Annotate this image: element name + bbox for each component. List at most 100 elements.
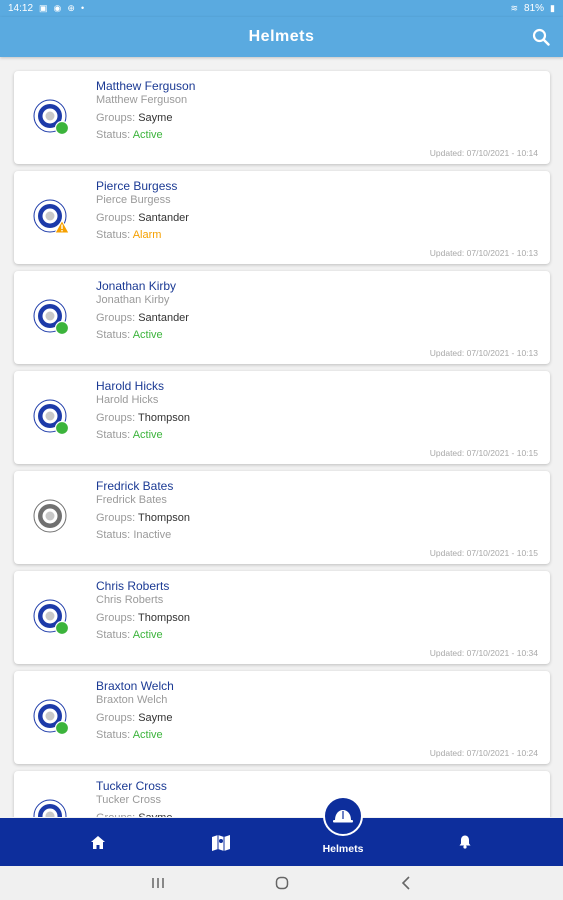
helmet-card[interactable]: Pierce Burgess Pierce Burgess Groups: Sant… (14, 171, 550, 264)
status-label: Status: (96, 429, 131, 441)
updated-value: 07/10/2021 - 10:15 (466, 448, 538, 458)
helmet-sensor-icon (33, 599, 70, 636)
nav-alerts[interactable] (445, 818, 485, 866)
bell-icon (459, 835, 471, 849)
helmet-name: Harold Hicks (96, 379, 165, 393)
helmet-name: Braxton Welch (96, 679, 174, 693)
status-value: Active (132, 129, 163, 141)
groups-value: Thompson (138, 412, 190, 424)
status-value: Active (132, 429, 163, 441)
helmet-updated: Updated: 07/10/2021 - 10:24 (430, 748, 538, 758)
helmet-avatar (33, 699, 71, 737)
updated-label: Updated: (429, 248, 465, 258)
helmet-sensor-icon (33, 399, 70, 436)
status-bar: 14:12 ▣ ◉ ⊕ • ≋ 81% ▮ (0, 0, 563, 17)
helmet-subtitle: Chris Roberts (96, 594, 164, 606)
status-label: Status: (96, 529, 131, 541)
updated-value: 07/10/2021 - 10:14 (466, 148, 538, 158)
helmet-card[interactable]: Harold Hicks Harold Hicks Groups: Thompson… (14, 371, 550, 464)
map-icon (212, 835, 230, 851)
helmet-card[interactable]: Matthew Ferguson Matthew Ferguson Groups: … (14, 71, 550, 164)
helmet-subtitle: Pierce Burgess (96, 194, 171, 206)
system-home-button[interactable] (272, 875, 292, 891)
helmet-subtitle: Jonathan Kirby (96, 294, 170, 306)
helmet-status: Status: Active (96, 129, 163, 141)
groups-value: Thompson (138, 512, 190, 524)
helmet-subtitle: Tucker Cross (96, 794, 161, 806)
helmet-sensor-icon (33, 699, 70, 736)
helmet-status: Status: Active (96, 629, 163, 641)
dot-icon: • (80, 3, 85, 13)
updated-value: 07/10/2021 - 10:24 (466, 748, 538, 758)
helmet-groups: Groups: Sayme (96, 112, 172, 124)
helmet-updated: Updated: 07/10/2021 - 10:34 (430, 648, 538, 658)
groups-label: Groups: (96, 612, 136, 624)
helmet-card[interactable]: Chris Roberts Chris Roberts Groups: Thomps… (14, 571, 550, 664)
back-button[interactable] (396, 875, 416, 891)
bottom-nav: Helmets (0, 818, 563, 866)
helmet-groups: Groups: Thompson (96, 512, 190, 524)
status-value: Active (132, 729, 163, 741)
search-button[interactable] (529, 25, 553, 49)
home-icon (91, 835, 105, 849)
nav-home[interactable] (78, 818, 118, 866)
helmet-groups: Groups: Santander (96, 312, 189, 324)
status-value: Active (132, 329, 163, 341)
nav-map[interactable] (201, 818, 241, 866)
battery-icon: ▮ (550, 3, 555, 13)
groups-label: Groups: (96, 312, 136, 324)
groups-value: Sayme (138, 812, 172, 817)
helmet-name: Jonathan Kirby (96, 279, 177, 293)
groups-label: Groups: (96, 212, 136, 224)
helmets-tab-bubble[interactable] (323, 796, 363, 836)
helmet-avatar (33, 99, 71, 137)
groups-value: Sayme (138, 112, 173, 124)
helmet-card[interactable]: Jonathan Kirby Jonathan Kirby Groups: Sant… (14, 271, 550, 364)
helmet-groups: Groups: Sayme (96, 712, 172, 724)
helmet-sensor-icon (33, 199, 70, 234)
updated-label: Updated: (429, 748, 465, 758)
helmet-card[interactable]: Braxton Welch Braxton Welch Groups: Sayme S… (14, 671, 550, 764)
status-label: Status: (96, 729, 131, 741)
updated-label: Updated: (429, 648, 465, 658)
updated-value: 07/10/2021 - 10:15 (466, 548, 538, 558)
helmet-avatar (33, 499, 71, 537)
helmet-card[interactable]: Tucker CrossTucker CrossGroups: SaymeSta… (14, 771, 550, 817)
page-title: Helmets (248, 28, 315, 45)
updated-label: Updated: (429, 448, 465, 458)
helmet-groups: Groups: Santander (96, 212, 189, 224)
helmet-status: Status: Alarm (96, 229, 161, 241)
helmet-icon (333, 810, 353, 823)
helmet-name: Chris Roberts (96, 579, 170, 593)
helmet-subtitle: Braxton Welch (96, 694, 168, 706)
recents-button[interactable] (148, 875, 168, 891)
nav-helmets-label: Helmets (322, 843, 364, 855)
recents-icon (152, 878, 164, 888)
helmet-groups: Groups: Thompson (96, 612, 190, 624)
helmet-updated: Updated: 07/10/2021 - 10:13 (430, 248, 538, 258)
notification-icon: ▣ (39, 3, 48, 13)
helmet-updated: Updated: 07/10/2021 - 10:13 (430, 348, 538, 358)
helmet-list[interactable]: Matthew Ferguson Matthew Ferguson Groups: … (0, 57, 563, 817)
status-label: Status: (96, 129, 131, 141)
helmet-card[interactable]: Fredrick Bates Fredrick Bates Groups: Thom… (14, 471, 550, 564)
groups-label: Groups: (96, 512, 136, 524)
helmet-avatar (33, 799, 71, 817)
helmet-subtitle: Matthew Ferguson (96, 94, 188, 106)
status-value: Active (132, 629, 163, 641)
sync-icon: ⊕ (67, 3, 75, 13)
groups-label: Groups: (96, 812, 135, 817)
helmet-status: Status: Active (96, 729, 163, 741)
helmet-updated: Updated: 07/10/2021 - 10:15 (430, 448, 538, 458)
groups-value: Santander (138, 312, 189, 324)
helmet-sensor-icon (33, 499, 67, 533)
home-circle-icon (275, 876, 289, 890)
helmet-subtitle: Harold Hicks (96, 394, 159, 406)
updated-value: 07/10/2021 - 10:13 (466, 248, 538, 258)
updated-value: 07/10/2021 - 10:34 (466, 648, 538, 658)
wifi-icon: ≋ (510, 3, 519, 13)
search-icon (532, 28, 550, 46)
updated-label: Updated: (429, 348, 465, 358)
groups-label: Groups: (96, 112, 136, 124)
helmet-updated: Updated: 07/10/2021 - 10:14 (430, 148, 538, 158)
